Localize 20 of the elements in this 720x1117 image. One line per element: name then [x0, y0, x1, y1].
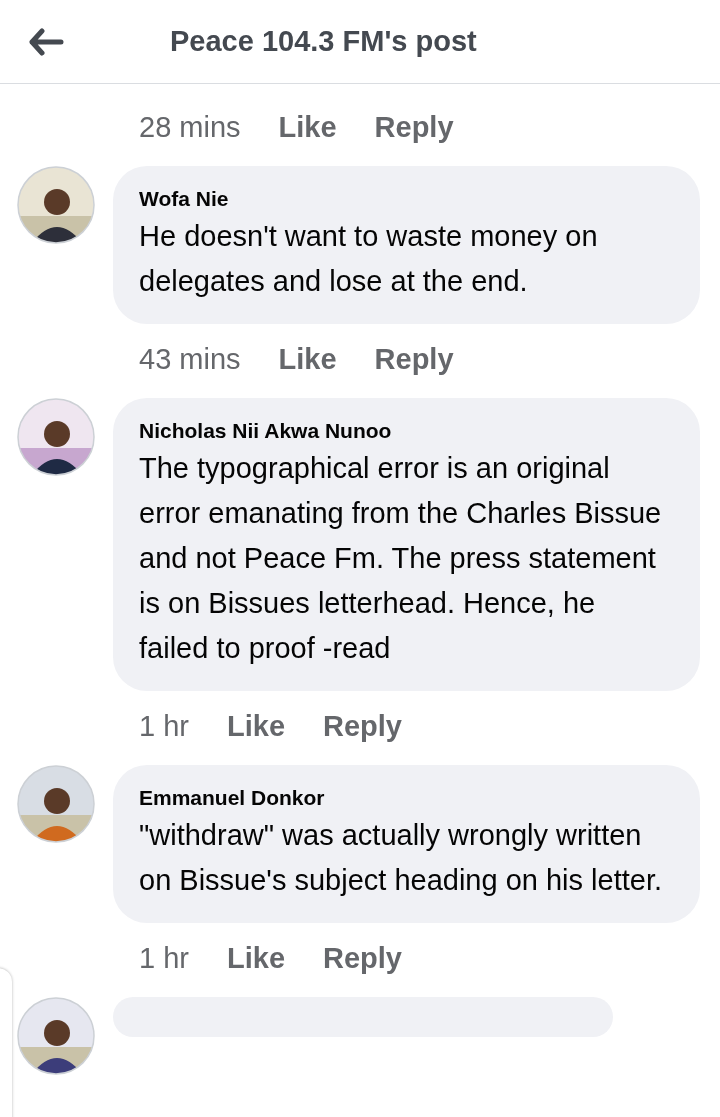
reply-link[interactable]: Reply [323, 941, 402, 975]
reply-link[interactable]: Reply [323, 709, 402, 743]
comment-text: "withdraw" was actually wrongly written on Bissue's subject heading on his letter. [139, 818, 664, 898]
comment-time: 28 mins [139, 110, 241, 144]
like-link[interactable]: Like [227, 941, 285, 975]
like-link[interactable]: Like [278, 110, 337, 144]
comment-time: 1 hr [139, 941, 189, 975]
page-title: Peace 104.3 FM's post [170, 25, 477, 58]
comment-text: He doesn't want to waste money on delegates and lose at the end. [139, 219, 599, 299]
comment-text: The typographical error is an original error emanating from the Charles Bissue and not Peace Fm. The press statement is on Bissues letterhead. Hence, he failed to proof -read [139, 451, 663, 666]
reply-link[interactable]: Reply [374, 110, 454, 144]
comment-author[interactable]: Nicholas Nii Akwa Nunoo [139, 416, 672, 446]
like-link[interactable]: Like [278, 342, 337, 376]
back-arrow-icon[interactable] [28, 27, 64, 56]
comment-author[interactable]: Emmanuel Donkor [139, 783, 672, 813]
like-link[interactable]: Like [227, 709, 285, 743]
comment-author[interactable]: Wofa Nie [139, 184, 672, 214]
reply-link[interactable]: Reply [374, 342, 454, 376]
comment-time: 1 hr [139, 709, 189, 743]
comment-time: 43 mins [139, 342, 241, 376]
